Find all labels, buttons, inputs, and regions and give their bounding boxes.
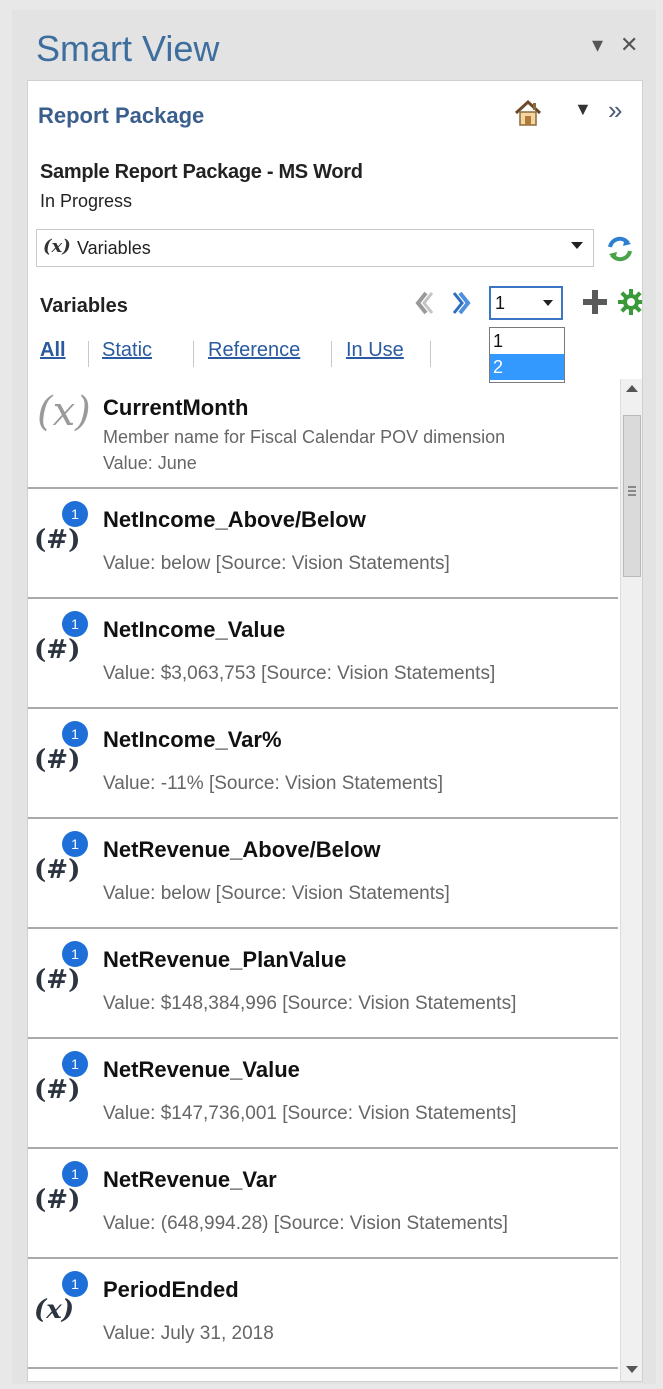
filter-divider [331, 341, 332, 367]
variable-name: NetIncome_Value [103, 617, 286, 642]
pane-titlebar: Smart View ▾ ✕ [12, 10, 656, 82]
page-select-dropdown: 1 2 [489, 327, 565, 383]
usage-badge: 1 [62, 1271, 88, 1297]
previous-page-icon[interactable] [412, 289, 436, 317]
variables-list: (x) CurrentMonth Member name for Fiscal … [28, 379, 618, 1381]
filter-divider [88, 341, 89, 367]
number-variable-icon: (#) [34, 855, 81, 885]
number-variable-icon: (#) [34, 1185, 81, 1215]
chevron-down-icon [571, 242, 583, 249]
variable-name: PeriodEnded [103, 1277, 239, 1302]
chevron-down-icon [543, 300, 553, 306]
list-item[interactable]: (#) 1 NetRevenue_Var Value: (648,994.28)… [28, 1149, 618, 1259]
variable-description: Member name for Fiscal Calendar POV dime… [103, 427, 506, 447]
next-page-icon[interactable] [450, 289, 474, 317]
variable-name: NetIncome_Var% [103, 727, 282, 752]
variable-value: Value: $148,384,996 [Source: Vision Stat… [103, 993, 517, 1014]
variable-value: Value: July 31, 2018 [103, 1323, 274, 1344]
usage-badge: 1 [62, 501, 88, 527]
filter-divider [193, 341, 194, 367]
variable-name: NetRevenue_Value [103, 1057, 300, 1082]
number-variable-icon: (#) [34, 745, 81, 775]
list-item[interactable]: (#) 1 NetIncome_Above/Below Value: below… [28, 489, 618, 599]
view-select[interactable]: (x) Variables [36, 229, 594, 267]
variable-name: NetIncome_Above/Below [103, 507, 366, 532]
view-select-value: Variables [77, 238, 151, 258]
variable-icon: (x) [43, 236, 71, 257]
panel-body: Report Package ▼ » Sample Report Package… [27, 80, 643, 1382]
list-item[interactable]: (x) CurrentMonth Member name for Fiscal … [28, 379, 618, 489]
variable-value: Value: June [103, 453, 197, 473]
usage-badge: 1 [62, 1161, 88, 1187]
usage-badge: 1 [62, 1051, 88, 1077]
list-item[interactable]: (x) 1 PeriodEnded Value: July 31, 2018 [28, 1259, 618, 1369]
home-icon[interactable] [512, 97, 544, 129]
pane-menu-icon[interactable]: ▾ [592, 32, 603, 58]
more-icon[interactable]: » [608, 95, 623, 126]
pane-title: Smart View [36, 28, 220, 69]
smart-view-pane: Smart View ▾ ✕ Report Package ▼ » Sample… [12, 10, 656, 1384]
page-select-value: 1 [495, 293, 506, 313]
add-icon[interactable] [580, 287, 610, 317]
chevron-down-icon[interactable]: ▼ [574, 99, 592, 120]
variable-value: Value: $3,063,753 [Source: Vision Statem… [103, 663, 496, 684]
variable-value: Value: (648,994.28) [Source: Vision Stat… [103, 1213, 508, 1234]
report-package-link[interactable]: Report Package [38, 103, 204, 129]
filter-in-use[interactable]: In Use [346, 339, 404, 362]
number-variable-icon: (#) [34, 965, 81, 995]
list-item[interactable]: (#) 1 NetRevenue_PlanValue Value: $148,3… [28, 929, 618, 1039]
filter-reference[interactable]: Reference [208, 339, 300, 362]
list-item[interactable]: (#) 1 NetRevenue_Value Value: $147,736,0… [28, 1039, 618, 1149]
page-option[interactable]: 2 [490, 354, 564, 380]
variable-icon: (x) [34, 1295, 75, 1325]
variable-value: Value: below [Source: Vision Statements] [103, 553, 450, 574]
list-item[interactable]: (#) 1 NetIncome_Value Value: $3,063,753 … [28, 599, 618, 709]
variable-name: NetRevenue_PlanValue [103, 947, 347, 972]
variable-value: Value: -11% [Source: Vision Statements] [103, 773, 444, 794]
usage-badge: 1 [62, 611, 88, 637]
page-option[interactable]: 1 [490, 328, 564, 354]
list-item[interactable]: (#) 1 NetIncome_Var% Value: -11% [Source… [28, 709, 618, 819]
variable-name: NetRevenue_Var [103, 1167, 277, 1192]
gear-icon[interactable] [616, 287, 643, 317]
variable-icon: (x) [37, 389, 91, 435]
number-variable-icon: (#) [34, 635, 81, 665]
filter-all[interactable]: All [40, 339, 66, 362]
variable-value: Value: below [Source: Vision Statements] [103, 883, 450, 904]
refresh-icon[interactable] [604, 233, 636, 265]
number-variable-icon: (#) [34, 1075, 81, 1105]
close-icon[interactable]: ✕ [620, 32, 638, 58]
scrollbar[interactable] [620, 379, 642, 1381]
usage-badge: 1 [62, 721, 88, 747]
variables-heading: Variables [40, 295, 128, 317]
package-status: In Progress [40, 191, 133, 211]
number-variable-icon: (#) [34, 525, 81, 555]
page-select[interactable]: 1 [489, 286, 563, 320]
variable-name: CurrentMonth [103, 395, 249, 420]
filter-static[interactable]: Static [102, 339, 152, 362]
usage-badge: 1 [62, 941, 88, 967]
variable-name: NetRevenue_Above/Below [103, 837, 381, 862]
list-item[interactable]: (#) 1 NetRevenue_Above/Below Value: belo… [28, 819, 618, 929]
package-name: Sample Report Package - MS Word [40, 161, 363, 183]
filter-divider [430, 341, 431, 367]
scroll-down-icon[interactable] [626, 1366, 638, 1373]
variable-value: Value: $147,736,001 [Source: Vision Stat… [103, 1103, 517, 1124]
grip-icon [628, 486, 636, 488]
scrollbar-thumb[interactable] [623, 415, 641, 577]
scroll-up-icon[interactable] [626, 385, 638, 392]
usage-badge: 1 [62, 831, 88, 857]
